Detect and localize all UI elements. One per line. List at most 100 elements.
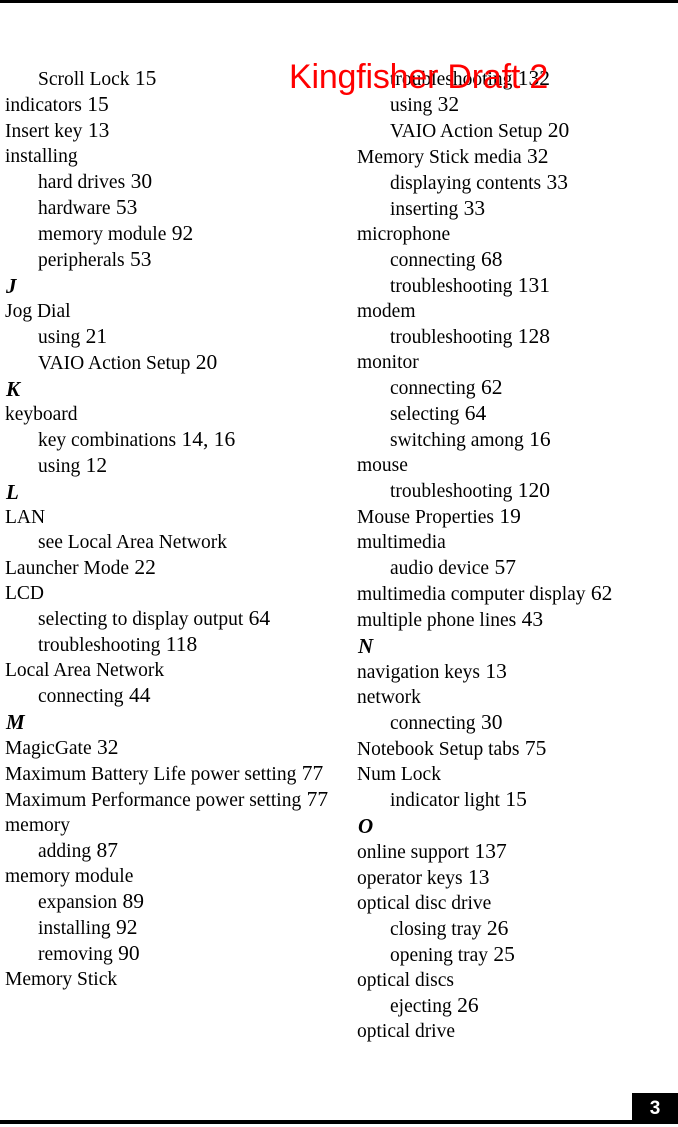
index-entry-text: optical drive — [357, 1021, 456, 1042]
index-entry: Insert key 13 — [5, 118, 330, 144]
index-entry-page: 43 — [516, 607, 544, 631]
index-entry: Memory Stick — [5, 967, 330, 992]
index-entry-page: 22 — [129, 555, 156, 579]
index-entry-page: 21 — [80, 324, 108, 348]
index-entry-text: peripherals — [38, 250, 125, 271]
index-entry-page: 120 — [512, 478, 551, 502]
index-subentry: troubleshooting 118 — [5, 632, 330, 658]
index-entry-page: 92 — [166, 221, 194, 245]
index-entry-text: hardware — [38, 198, 111, 219]
index-entry-text: network — [357, 687, 421, 708]
index-subentry: Scroll Lock 15 — [5, 66, 330, 92]
index-entry: Maximum Battery Life power setting 77 — [0, 761, 330, 787]
index-subentry: troubleshooting 120 — [357, 478, 678, 504]
index-subentry: using 12 — [5, 453, 330, 479]
index-entry-text: multimedia — [357, 532, 446, 553]
index-subentry: peripherals 53 — [5, 247, 330, 273]
index-entry-text: LAN — [5, 507, 46, 528]
index-entry-page: 62 — [585, 581, 613, 605]
index-subentry: audio device 57 — [357, 555, 678, 581]
index-entry: Num Lock — [357, 762, 678, 787]
page-number-badge: 3 — [632, 1093, 678, 1124]
index-entry: multimedia — [357, 530, 678, 555]
index-entry-page: 30 — [125, 169, 153, 193]
index-entry: keyboard — [5, 402, 330, 427]
index-entry-page: 64 — [243, 606, 271, 630]
index-subentry: see Local Area Network — [5, 530, 330, 555]
index-entry-text: switching among — [390, 430, 524, 451]
index-entry: LAN — [5, 505, 330, 530]
index-entry-page: 13 — [82, 118, 110, 142]
index-entry-text: indicator light — [390, 790, 500, 811]
index-entry-text: audio device — [390, 558, 490, 579]
index-entry-text: multiple phone lines — [357, 610, 517, 631]
index-entry-page: 15 — [81, 92, 109, 116]
index-entry-page: 15 — [499, 787, 527, 811]
index-entry-page: 30 — [475, 710, 503, 734]
index-entry: optical drive — [357, 1019, 678, 1044]
index-entry-text: troubleshooting — [38, 635, 161, 656]
index-entry-text: modem — [357, 301, 416, 322]
index-entry: microphone — [357, 222, 678, 247]
index-subentry: using 32 — [357, 92, 678, 118]
index-entry-text: closing tray — [390, 919, 482, 940]
index-subentry: expansion 89 — [5, 889, 330, 915]
index-entry-page: 44 — [123, 683, 151, 707]
index-entry-text: using — [38, 456, 81, 477]
index-entry: navigation keys 13 — [357, 659, 678, 685]
index-entry-text: Jog Dial — [5, 301, 71, 322]
index-entry: Local Area Network — [5, 658, 330, 683]
index-entry: modem — [357, 299, 678, 324]
index-entry-page: 16 — [523, 427, 551, 451]
index-entry-page: 62 — [475, 375, 503, 399]
index-entry-text: connecting — [390, 713, 476, 734]
index-entry-page: 32 — [521, 144, 549, 168]
index-entry-text: selecting — [390, 404, 460, 425]
index-entry-page: 75 — [519, 736, 547, 760]
index-entry-text: Scroll Lock — [38, 69, 130, 90]
index-entry: Maximum Performance power setting 77 — [0, 787, 330, 813]
index-entry: Jog Dial — [5, 299, 330, 324]
index-entry-text: Launcher Mode — [5, 558, 129, 579]
index-entry-page: 137 — [469, 839, 507, 863]
index-entry-page: 13 — [462, 865, 490, 889]
index-entry-text: installing — [38, 918, 111, 939]
index-entry-text: using — [390, 95, 433, 116]
index-entry-page: 26 — [481, 916, 509, 940]
index-subentry: VAIO Action Setup 20 — [5, 350, 330, 376]
index-entry-text: troubleshooting — [390, 327, 513, 348]
index-entry: LCD — [5, 581, 330, 606]
index-entry-text: key combinations — [38, 430, 177, 451]
index-entry: Launcher Mode 22 — [5, 555, 330, 581]
index-entry: multiple phone lines 43 — [357, 607, 678, 633]
index-entry-text: memory module — [5, 866, 134, 887]
index-entry-text: Local Area Network — [5, 660, 165, 681]
index-subentry: switching among 16 — [357, 427, 678, 453]
index-entry: installing — [5, 144, 330, 169]
index-subentry: closing tray 26 — [357, 916, 678, 942]
index-entry-text: VAIO Action Setup — [38, 353, 191, 374]
index-entry-text: hard drives — [38, 172, 126, 193]
index-entry: optical disc drive — [357, 891, 678, 916]
index-entry-page: 33 — [541, 170, 568, 194]
index-entry-text: installing — [5, 146, 78, 167]
index-subentry: memory module 92 — [5, 221, 330, 247]
index-subentry: connecting 62 — [357, 375, 678, 401]
index-entry: mouse — [357, 453, 678, 478]
index-section-letter: O — [358, 814, 374, 838]
index-entry-text: Maximum Battery Life power setting — [5, 764, 297, 785]
index-subentry: connecting 30 — [357, 710, 678, 736]
index-entry-text: expansion — [38, 892, 118, 913]
index-entry-text: Memory Stick — [5, 969, 118, 990]
index-entry-page: 131 — [512, 273, 551, 297]
index-section-letter: L — [6, 480, 19, 504]
index-entry-text: microphone — [357, 224, 451, 245]
index-section-letter: K — [6, 377, 21, 401]
index-entry-page: 92 — [110, 915, 138, 939]
index-entry: optical discs — [357, 968, 678, 993]
index-subentry: VAIO Action Setup 20 — [357, 118, 678, 144]
index-column-right: troubleshooting 132 using 32 VAIO Action S… — [357, 66, 678, 1044]
index-entry-text: displaying contents — [390, 173, 542, 194]
index-section-letter: N — [358, 634, 374, 658]
index-entry-text: monitor — [357, 352, 419, 373]
